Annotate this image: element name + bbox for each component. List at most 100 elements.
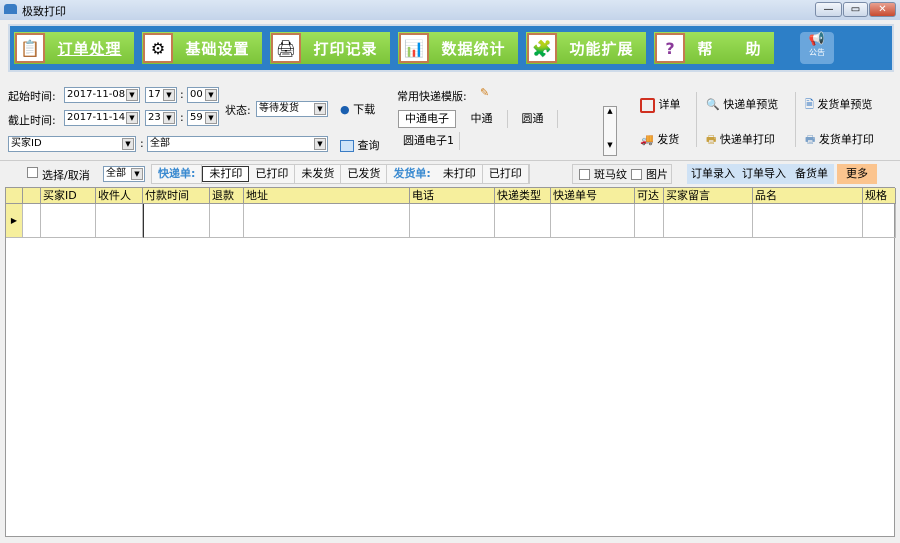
invoice-label: 发货单: xyxy=(393,167,431,180)
gear-icon: ⚙ xyxy=(143,33,173,63)
end-date-picker[interactable]: 2017-11-14 ▼ xyxy=(64,110,140,126)
select-all-checkbox[interactable] xyxy=(27,167,38,178)
tab-express-printed[interactable]: 已打印 xyxy=(249,165,296,183)
column-header-express-type[interactable]: 快递类型 xyxy=(495,188,551,204)
status-select[interactable]: 等待发货 ▼ xyxy=(256,101,328,117)
tab-invoice-printed[interactable]: 已打印 xyxy=(483,165,529,183)
edit-icon[interactable]: ✎ xyxy=(480,86,489,99)
invoice-preview-button[interactable]: 🗎 发货单预览 xyxy=(805,96,872,115)
table-cell[interactable] xyxy=(210,204,244,238)
colon: : xyxy=(180,88,184,101)
title-bar: 极致打印 — ▭ ✕ xyxy=(0,0,900,20)
table-cell[interactable] xyxy=(96,204,143,238)
window-title: 极致打印 xyxy=(22,5,66,18)
main-nav: 📋 订单处理 ⚙ 基础设置 🖨 打印记录 📊 数据统计 🧩 功能扩展 ? 帮 助 📢 公告 xyxy=(8,24,894,72)
column-header-tracking-number[interactable]: 快递单号 xyxy=(551,188,635,204)
colon: : xyxy=(140,137,144,150)
table-cell[interactable] xyxy=(23,204,41,238)
chevron-down-icon: ▼ xyxy=(205,112,217,124)
zebra-checkbox[interactable] xyxy=(579,168,590,180)
order-entry-button[interactable]: 订单录入 xyxy=(687,164,739,184)
express-preview-button[interactable]: 🔍 快递单预览 xyxy=(706,96,778,112)
zebra-label: 斑马纹 xyxy=(594,168,627,181)
column-header-product-name[interactable]: 品名 xyxy=(753,188,863,204)
table-cell[interactable] xyxy=(664,204,753,238)
table-cell[interactable] xyxy=(753,204,863,238)
chevron-down-icon: ▼ xyxy=(163,112,175,124)
table-cell[interactable] xyxy=(551,204,635,238)
table-cell[interactable] xyxy=(495,204,551,238)
megaphone-icon: 📢 xyxy=(808,32,826,47)
row-pointer-icon[interactable]: ▶ xyxy=(6,204,23,238)
search-field-select[interactable]: 买家ID ▼ xyxy=(8,136,136,152)
end-hour-select[interactable]: 23 ▼ xyxy=(145,110,177,126)
search-value-select[interactable]: 全部 ▼ xyxy=(147,136,328,152)
image-checkbox[interactable] xyxy=(631,168,642,180)
template-yto-electronic[interactable]: 圆通电子1 xyxy=(398,132,460,150)
column-header-reachable[interactable]: 可达 xyxy=(635,188,664,204)
globe-icon: ● xyxy=(340,103,350,116)
detail-icon xyxy=(640,97,655,113)
table-cell[interactable] xyxy=(41,204,96,238)
order-import-button[interactable]: 订单导入 xyxy=(738,164,790,184)
column-header-phone[interactable]: 电话 xyxy=(410,188,495,204)
status-label: 状态: xyxy=(225,104,251,117)
start-time-label: 起始时间: xyxy=(8,90,56,103)
nav-statistics[interactable]: 📊 数据统计 xyxy=(398,32,518,64)
tab-express-shipped[interactable]: 已发货 xyxy=(341,165,388,183)
nav-help[interactable]: ? 帮 助 xyxy=(654,32,774,64)
nav-print-records[interactable]: 🖨 打印记录 xyxy=(270,32,390,64)
stock-list-button[interactable]: 备货单 xyxy=(789,164,834,184)
template-zto[interactable]: 中通 xyxy=(456,110,508,128)
notice-button[interactable]: 📢 公告 xyxy=(800,32,834,64)
nav-extensions[interactable]: 🧩 功能扩展 xyxy=(526,32,646,64)
tab-invoice-unprinted[interactable]: 未打印 xyxy=(437,165,483,183)
start-minute-select[interactable]: 00 ▼ xyxy=(187,87,219,103)
column-header-recipient[interactable]: 收件人 xyxy=(96,188,143,204)
template-scrollbar[interactable]: ▲ ▼ xyxy=(603,106,617,156)
table-cell[interactable] xyxy=(863,204,896,238)
template-zto-electronic[interactable]: 中通电子 xyxy=(398,110,456,128)
invoice-print-button[interactable]: 🖶 发货单打印 xyxy=(805,131,874,150)
more-button[interactable]: 更多 xyxy=(837,164,877,184)
truck-icon: 🚚 xyxy=(640,133,654,146)
orders-grid: 买家ID 收件人 付款时间 退款 地址 电话 快递类型 快递单号 可达 买家留言… xyxy=(5,187,896,537)
print-record-icon: 🖨 xyxy=(271,33,301,63)
preview-icon: 🔍 xyxy=(706,98,720,111)
column-header-address[interactable]: 地址 xyxy=(244,188,410,204)
scope-select[interactable]: 全部 ▼ xyxy=(103,166,145,182)
column-header-refund[interactable]: 退款 xyxy=(210,188,244,204)
nav-order-processing[interactable]: 📋 订单处理 xyxy=(14,32,134,64)
checkbox-column-header[interactable] xyxy=(23,188,41,204)
tab-express-unshipped[interactable]: 未发货 xyxy=(295,165,342,183)
column-header-buyer-message[interactable]: 买家留言 xyxy=(664,188,753,204)
query-icon xyxy=(340,140,354,152)
template-label: 常用快递模版: xyxy=(397,90,467,103)
extension-icon: 🧩 xyxy=(527,33,557,63)
close-button[interactable]: ✕ xyxy=(869,2,896,17)
table-cell[interactable] xyxy=(244,204,410,238)
chevron-down-icon: ▼ xyxy=(126,112,138,124)
chevron-down-icon: ▼ xyxy=(205,89,217,101)
detail-button[interactable]: 详单 xyxy=(640,96,681,113)
nav-basic-settings[interactable]: ⚙ 基础设置 xyxy=(142,32,262,64)
template-yto[interactable]: 圆通 xyxy=(508,110,558,128)
start-hour-select[interactable]: 17 ▼ xyxy=(145,87,177,103)
table-cell[interactable] xyxy=(410,204,495,238)
table-cell[interactable] xyxy=(635,204,664,238)
column-header-buyer-id[interactable]: 买家ID xyxy=(41,188,96,204)
maximize-button[interactable]: ▭ xyxy=(843,2,868,17)
order-icon: 📋 xyxy=(15,33,45,63)
column-header-spec[interactable]: 规格 xyxy=(863,188,896,204)
end-minute-select[interactable]: 59 ▼ xyxy=(187,110,219,126)
minimize-button[interactable]: — xyxy=(815,2,842,17)
column-header-payment-time[interactable]: 付款时间 xyxy=(143,188,210,204)
table-cell[interactable] xyxy=(143,204,210,238)
query-button[interactable]: 查询 xyxy=(340,137,380,153)
tab-express-unprinted[interactable]: 未打印 xyxy=(202,166,250,182)
express-print-button[interactable]: 🖶 快递单打印 xyxy=(706,131,775,150)
image-label: 图片 xyxy=(646,168,668,181)
start-date-picker[interactable]: 2017-11-08 ▼ xyxy=(64,87,140,103)
ship-button[interactable]: 🚚 发货 xyxy=(640,131,679,147)
download-button[interactable]: ● 下载 xyxy=(340,101,375,117)
